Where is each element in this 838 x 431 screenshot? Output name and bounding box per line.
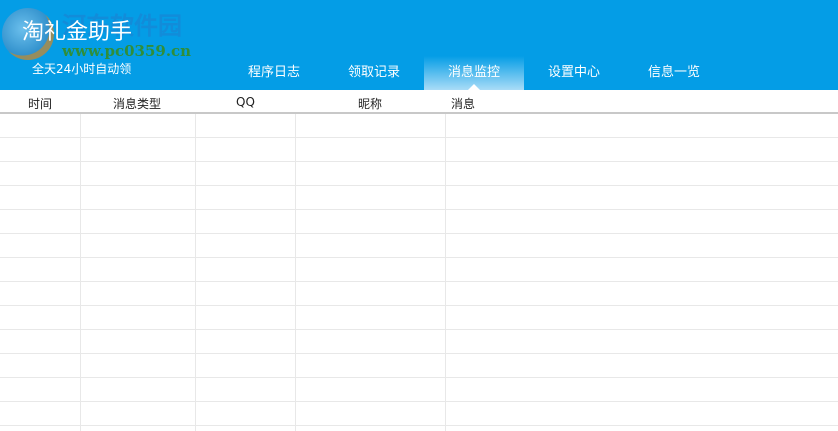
message-table-body[interactable] bbox=[0, 114, 838, 431]
tab-message-monitor[interactable]: 消息监控 bbox=[424, 56, 524, 90]
column-message-type[interactable]: 消息类型 bbox=[113, 95, 161, 112]
column-divider bbox=[195, 114, 196, 431]
column-qq[interactable]: QQ bbox=[236, 95, 255, 109]
column-time[interactable]: 时间 bbox=[28, 95, 52, 112]
tab-bar: 程序日志 领取记录 消息监控 设置中心 信息一览 bbox=[224, 56, 724, 90]
column-nickname[interactable]: 昵称 bbox=[358, 95, 382, 112]
tab-settings[interactable]: 设置中心 bbox=[524, 56, 624, 90]
header: 河东软件园 淘礼金助手 www.pc0359.cn 全天24小时自动领 程序日志… bbox=[0, 0, 838, 90]
tab-info-overview[interactable]: 信息一览 bbox=[624, 56, 724, 90]
column-divider bbox=[80, 114, 81, 431]
watermark-url: www.pc0359.cn bbox=[62, 42, 192, 60]
column-message[interactable]: 消息 bbox=[451, 95, 475, 112]
column-divider bbox=[445, 114, 446, 431]
tab-claim-records[interactable]: 领取记录 bbox=[324, 56, 424, 90]
column-divider bbox=[295, 114, 296, 431]
table-header: 时间 消息类型 QQ 昵称 消息 bbox=[0, 90, 838, 114]
app-subtitle: 全天24小时自动领 bbox=[32, 62, 132, 76]
tab-program-log[interactable]: 程序日志 bbox=[224, 56, 324, 90]
